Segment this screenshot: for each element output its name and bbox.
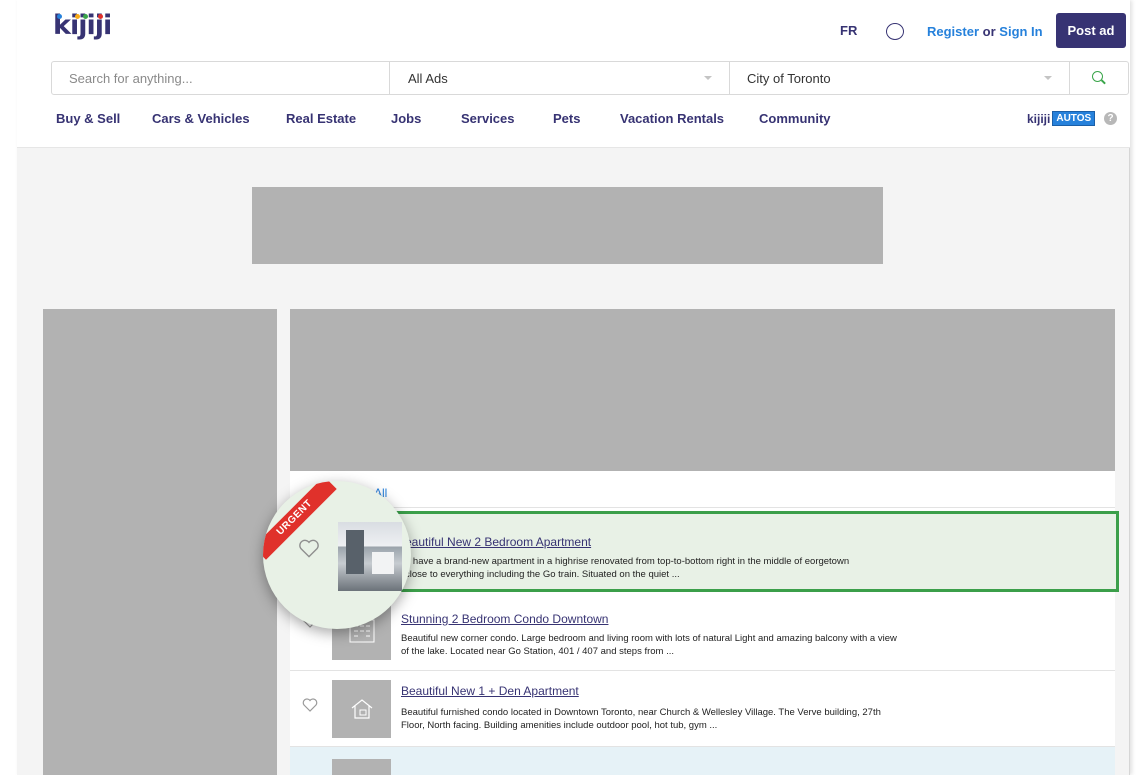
nav-vacation-rentals[interactable]: Vacation Rentals: [620, 111, 724, 126]
kijiji-logo[interactable]: kijiji: [53, 10, 112, 41]
logo-dot: [57, 14, 62, 19]
listing-thumbnail[interactable]: [332, 680, 391, 738]
autos-brand: kijiji: [1027, 111, 1051, 126]
location-value: City of Toronto: [747, 70, 831, 86]
list-item[interactable]: Stunning 2 Bedroom Condo Downtown Beauti…: [290, 592, 1115, 671]
nav-real-estate[interactable]: Real Estate: [286, 111, 356, 126]
ad-banner-placeholder: [252, 187, 883, 264]
listing-title[interactable]: Stunning 2 Bedroom Condo Downtown: [401, 612, 608, 626]
listing-description: e have a brand-new apartment in a highri…: [405, 556, 850, 580]
listing-title[interactable]: Beautiful New 1 + Den Apartment: [401, 684, 579, 698]
heart-icon[interactable]: [298, 539, 320, 558]
chevron-down-icon: [704, 76, 712, 80]
listing-thumbnail[interactable]: [332, 759, 391, 775]
results-header: All: [290, 471, 1115, 508]
register-link[interactable]: Register: [927, 24, 979, 39]
listing-description: Beautiful furnished condo located in Dow…: [401, 707, 881, 731]
search-bar: Search for anything... All Ads City of T…: [51, 61, 1129, 95]
listing-description: Beautiful new corner condo. Large bedroo…: [401, 633, 897, 657]
list-item[interactable]: Beautiful New 1 + Den Apartment Beautifu…: [290, 671, 1115, 747]
search-button[interactable]: [1070, 62, 1128, 94]
search-icon: [1092, 71, 1106, 85]
help-icon[interactable]: ?: [1104, 112, 1117, 125]
logo-dot: [75, 14, 80, 19]
nav-pets[interactable]: Pets: [553, 111, 580, 126]
listing-photo[interactable]: [338, 522, 402, 591]
list-item[interactable]: [290, 747, 1115, 775]
sign-in-link[interactable]: Sign In: [999, 24, 1042, 39]
nav-jobs[interactable]: Jobs: [391, 111, 421, 126]
chevron-down-icon: [1044, 76, 1052, 80]
nav-buy-sell[interactable]: Buy & Sell: [56, 111, 120, 126]
listing-title[interactable]: eautiful New 2 Bedroom Apartment: [405, 535, 591, 549]
search-input[interactable]: Search for anything...: [52, 62, 390, 94]
sidebar-placeholder: [43, 309, 277, 775]
category-value: All Ads: [408, 70, 448, 86]
site-header: kijiji FR Register or Sign In Post ad Se…: [17, 0, 1130, 148]
language-toggle[interactable]: FR: [840, 23, 857, 38]
nav-cars-vehicles[interactable]: Cars & Vehicles: [152, 111, 250, 126]
heart-icon[interactable]: [302, 698, 318, 712]
logo-dot: [98, 14, 103, 19]
kijiji-autos-link[interactable]: kijiji AUTOS: [1027, 111, 1096, 126]
location-select[interactable]: City of Toronto: [730, 62, 1070, 94]
category-nav: Buy & Sell Cars & Vehicles Real Estate J…: [17, 111, 1130, 129]
autos-badge: AUTOS: [1052, 111, 1096, 126]
or-text: or: [982, 24, 996, 39]
auth-links: Register or Sign In: [927, 24, 1043, 39]
nav-services[interactable]: Services: [461, 111, 515, 126]
nav-community[interactable]: Community: [759, 111, 831, 126]
content-placeholder: [290, 309, 1115, 471]
logo-dot: [83, 14, 88, 19]
chat-bubble-icon[interactable]: [886, 23, 904, 40]
page: kijiji FR Register or Sign In Post ad Se…: [17, 0, 1130, 775]
house-icon: [351, 699, 372, 719]
post-ad-button[interactable]: Post ad: [1056, 13, 1126, 48]
category-select[interactable]: All Ads: [390, 62, 730, 94]
magnifier-lens: URGENT: [263, 481, 411, 629]
